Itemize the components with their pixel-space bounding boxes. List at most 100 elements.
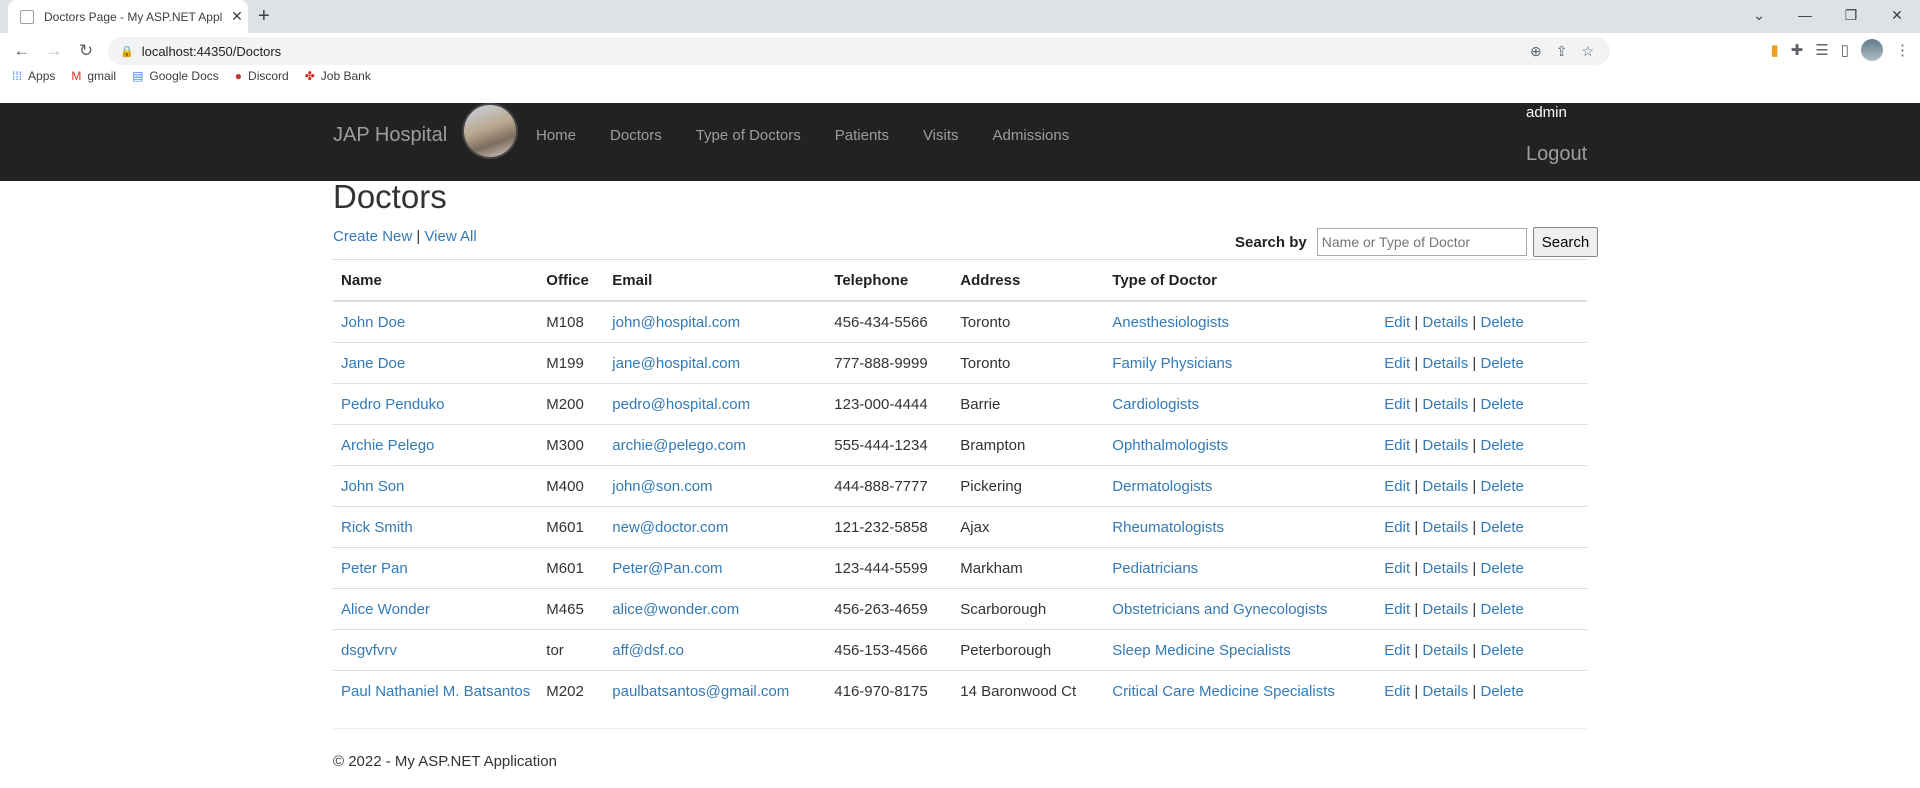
- doctor-type-link[interactable]: Rheumatologists: [1112, 519, 1224, 536]
- edit-link[interactable]: Edit: [1384, 683, 1410, 700]
- delete-link[interactable]: Delete: [1481, 478, 1524, 495]
- details-link[interactable]: Details: [1422, 601, 1468, 618]
- logout-link[interactable]: Logout: [1526, 143, 1587, 166]
- reload-icon[interactable]: ↻: [70, 41, 102, 61]
- puzzle-extensions-icon[interactable]: ✚: [1791, 41, 1804, 59]
- email-link[interactable]: archie@pelego.com: [612, 437, 746, 454]
- profile-avatar-icon[interactable]: [1861, 39, 1883, 61]
- edit-link[interactable]: Edit: [1384, 355, 1410, 372]
- email-link[interactable]: pedro@hospital.com: [612, 396, 750, 413]
- bookmark-apps[interactable]: ⁞⁞⁞ Apps: [12, 69, 55, 83]
- doctor-type-link[interactable]: Dermatologists: [1112, 478, 1212, 495]
- details-link[interactable]: Details: [1422, 396, 1468, 413]
- bookmark-discord[interactable]: ● Discord: [235, 69, 289, 83]
- delete-link[interactable]: Delete: [1481, 601, 1524, 618]
- search-button[interactable]: Search: [1532, 227, 1599, 257]
- email-link[interactable]: john@son.com: [612, 478, 712, 495]
- email-link[interactable]: paulbatsantos@gmail.com: [612, 683, 789, 700]
- doctor-name-link[interactable]: Rick Smith: [341, 519, 413, 536]
- details-link[interactable]: Details: [1422, 355, 1468, 372]
- delete-link[interactable]: Delete: [1481, 437, 1524, 454]
- doctor-name-link[interactable]: John Son: [341, 478, 404, 495]
- details-link[interactable]: Details: [1422, 683, 1468, 700]
- forward-icon[interactable]: →: [38, 41, 70, 61]
- create-new-link[interactable]: Create New: [333, 228, 412, 245]
- nav-type-of-doctors[interactable]: Type of Doctors: [679, 121, 818, 151]
- email-link[interactable]: Peter@Pan.com: [612, 560, 722, 577]
- doctor-name-link[interactable]: Paul Nathaniel M. Batsantos: [341, 683, 530, 700]
- back-icon[interactable]: ←: [6, 41, 38, 61]
- nav-admissions[interactable]: Admissions: [976, 121, 1087, 151]
- delete-link[interactable]: Delete: [1481, 314, 1524, 331]
- email-link[interactable]: john@hospital.com: [612, 314, 740, 331]
- edit-link[interactable]: Edit: [1384, 314, 1410, 331]
- bookmark-star-icon[interactable]: ☆: [1581, 43, 1594, 60]
- edit-link[interactable]: Edit: [1384, 519, 1410, 536]
- details-link[interactable]: Details: [1422, 314, 1468, 331]
- tab-search-icon[interactable]: ⌄: [1736, 0, 1782, 33]
- edit-link[interactable]: Edit: [1384, 642, 1410, 659]
- bookmark-job-bank[interactable]: ✤ Job Bank: [305, 69, 371, 83]
- nav-doctors[interactable]: Doctors: [593, 121, 679, 151]
- bookmark-gmail[interactable]: Mgmail: [71, 69, 116, 83]
- doctor-type-link[interactable]: Critical Care Medicine Specialists: [1112, 683, 1335, 700]
- doctor-type-link[interactable]: Sleep Medicine Specialists: [1112, 642, 1290, 659]
- minimize-icon[interactable]: —: [1782, 0, 1828, 33]
- nav-visits[interactable]: Visits: [906, 121, 976, 151]
- details-link[interactable]: Details: [1422, 437, 1468, 454]
- nav-home[interactable]: Home: [519, 121, 593, 151]
- edit-link[interactable]: Edit: [1384, 396, 1410, 413]
- doctor-type-link[interactable]: Pediatricians: [1112, 560, 1198, 577]
- doctor-type-link[interactable]: Obstetricians and Gynecologists: [1112, 601, 1327, 618]
- delete-link[interactable]: Delete: [1481, 355, 1524, 372]
- edit-link[interactable]: Edit: [1384, 601, 1410, 618]
- new-tab-icon[interactable]: +: [258, 5, 270, 28]
- email-link[interactable]: aff@dsf.co: [612, 642, 684, 659]
- close-window-icon[interactable]: ✕: [1874, 0, 1920, 33]
- edit-link[interactable]: Edit: [1384, 437, 1410, 454]
- delete-link[interactable]: Delete: [1481, 683, 1524, 700]
- details-link[interactable]: Details: [1422, 560, 1468, 577]
- doctor-name-link[interactable]: John Doe: [341, 314, 405, 331]
- url-text[interactable]: localhost:44350/Doctors: [142, 44, 281, 59]
- doctor-name-link[interactable]: Jane Doe: [341, 355, 405, 372]
- close-tab-icon[interactable]: ✕: [226, 8, 248, 25]
- email-link[interactable]: jane@hospital.com: [612, 355, 740, 372]
- doctor-name-link[interactable]: Alice Wonder: [341, 601, 430, 618]
- doctor-name-link[interactable]: dsgvfvrv: [341, 642, 397, 659]
- docs-icon: ▤: [132, 69, 144, 83]
- address-bar[interactable]: 🔒 localhost:44350/Doctors ⊕ ⇪ ☆: [108, 37, 1610, 65]
- nav-patients[interactable]: Patients: [818, 121, 906, 151]
- brand-link[interactable]: JAP Hospital: [333, 121, 447, 149]
- view-all-link[interactable]: View All: [424, 228, 476, 245]
- bookmark-google-docs[interactable]: ▤ Google Docs: [132, 69, 219, 83]
- browser-tab[interactable]: Doctors Page - My ASP.NET Appl ✕: [8, 0, 248, 33]
- details-link[interactable]: Details: [1422, 642, 1468, 659]
- restore-icon[interactable]: ❐: [1828, 0, 1874, 33]
- doctor-type-link[interactable]: Anesthesiologists: [1112, 314, 1229, 331]
- doctor-type-link[interactable]: Cardiologists: [1112, 396, 1199, 413]
- extension-icon[interactable]: ▮: [1770, 41, 1778, 59]
- menu-kebab-icon[interactable]: ⋮: [1895, 41, 1910, 59]
- delete-link[interactable]: Delete: [1481, 519, 1524, 536]
- doctor-type-link[interactable]: Family Physicians: [1112, 355, 1232, 372]
- share-icon[interactable]: ⇪: [1556, 43, 1568, 60]
- reading-list-icon[interactable]: ☰: [1815, 41, 1828, 59]
- lock-icon[interactable]: 🔒: [120, 45, 134, 58]
- edit-link[interactable]: Edit: [1384, 478, 1410, 495]
- side-panel-icon[interactable]: ▯: [1841, 41, 1849, 59]
- doctor-name-link[interactable]: Peter Pan: [341, 560, 408, 577]
- edit-link[interactable]: Edit: [1384, 560, 1410, 577]
- email-link[interactable]: alice@wonder.com: [612, 601, 739, 618]
- zoom-icon[interactable]: ⊕: [1530, 43, 1542, 60]
- doctor-type-link[interactable]: Ophthalmologists: [1112, 437, 1228, 454]
- delete-link[interactable]: Delete: [1481, 560, 1524, 577]
- delete-link[interactable]: Delete: [1481, 642, 1524, 659]
- doctor-name-link[interactable]: Pedro Penduko: [341, 396, 444, 413]
- delete-link[interactable]: Delete: [1481, 396, 1524, 413]
- details-link[interactable]: Details: [1422, 519, 1468, 536]
- details-link[interactable]: Details: [1422, 478, 1468, 495]
- search-input[interactable]: [1316, 228, 1527, 256]
- email-link[interactable]: new@doctor.com: [612, 519, 728, 536]
- doctor-name-link[interactable]: Archie Pelego: [341, 437, 434, 454]
